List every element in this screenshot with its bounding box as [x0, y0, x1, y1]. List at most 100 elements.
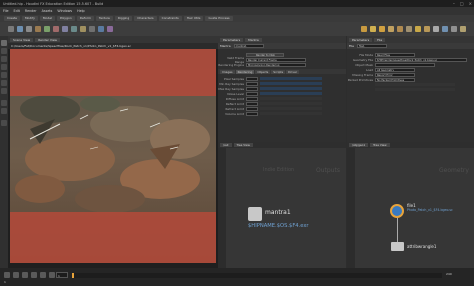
tab-parameters-left[interactable]: Parameters — [220, 37, 244, 42]
point-light-tool-icon[interactable] — [370, 26, 376, 32]
volume-limit-slider[interactable] — [260, 112, 322, 115]
tab-render-view[interactable]: Render View — [35, 37, 60, 42]
tab-parameters-right[interactable]: Parameters — [349, 37, 373, 42]
step-back-icon[interactable] — [13, 272, 19, 278]
node-name-field[interactable]: mantra1 — [233, 44, 264, 48]
select-tool-icon[interactable] — [1, 40, 7, 46]
load-select[interactable]: All Geometry — [375, 67, 415, 72]
handle-tool-icon[interactable] — [1, 72, 7, 78]
packed-slider-2[interactable] — [375, 88, 455, 91]
grid-tool-icon[interactable] — [44, 26, 50, 32]
tab-tree-view-right[interactable]: Tree View — [370, 143, 390, 147]
pixel-samples-slider[interactable] — [260, 77, 322, 80]
shelf-tab-texture[interactable]: Texture — [95, 16, 113, 21]
reflect-limit-field[interactable] — [246, 101, 258, 106]
subtab-rendering[interactable]: Rendering — [235, 69, 255, 74]
packed-primitives-select[interactable]: No Packed Primitives — [375, 77, 415, 82]
jump-start-icon[interactable] — [4, 272, 10, 278]
menu-windows[interactable]: Windows — [57, 9, 72, 13]
file-node-icon[interactable] — [390, 204, 404, 218]
shelf-tab-deform[interactable]: Deform — [76, 16, 94, 21]
pose-tool-icon[interactable] — [1, 80, 7, 86]
refract-limit-field[interactable] — [246, 106, 258, 111]
subtab-scripts[interactable]: Scripts — [271, 69, 286, 74]
caustic-light-tool-icon[interactable] — [451, 26, 457, 32]
maximize-icon[interactable]: □ — [460, 1, 464, 6]
gi-light-tool-icon[interactable] — [442, 26, 448, 32]
shelf-tab-modify[interactable]: Modify — [21, 16, 38, 21]
camera-tool-icon[interactable] — [361, 26, 367, 32]
grid-snap-icon[interactable] — [1, 108, 7, 114]
diffuse-limit-slider[interactable] — [260, 97, 322, 100]
play-reverse-icon[interactable] — [22, 272, 28, 278]
shelf-tab-model[interactable]: Model — [39, 16, 55, 21]
geometry-light-tool-icon[interactable] — [397, 26, 403, 32]
tab-tree-view-left[interactable]: Tree View — [233, 143, 253, 147]
valid-frame-range-select[interactable]: Render Current Frame — [246, 57, 306, 62]
move-tool-icon[interactable] — [1, 48, 7, 54]
draw-curve-tool-icon[interactable] — [89, 26, 95, 32]
tab-out[interactable]: /out — [220, 143, 232, 147]
shelf-tab-rigging[interactable]: Rigging — [114, 16, 133, 21]
sky-light-tool-icon[interactable] — [433, 26, 439, 32]
out-network-pane[interactable]: /out Tree View Indie Edition Outputs man… — [218, 142, 346, 268]
spot-light-tool-icon[interactable] — [379, 26, 385, 32]
path-tool-icon[interactable] — [98, 26, 104, 32]
noise-level-field[interactable] — [246, 91, 258, 96]
shelf-tab-hair-utils[interactable]: Hair Utils — [183, 16, 204, 21]
min-ray-samples-field[interactable] — [246, 81, 258, 86]
close-icon[interactable]: × — [469, 1, 472, 6]
menu-render[interactable]: Render — [25, 9, 37, 13]
scale-tool-icon[interactable] — [1, 64, 7, 70]
refract-limit-slider[interactable] — [260, 107, 322, 110]
object-mask-field[interactable] — [375, 62, 435, 67]
menu-file[interactable]: File — [3, 9, 9, 13]
file-mode-select[interactable]: Read Files — [375, 52, 415, 57]
circle-tool-icon[interactable] — [71, 26, 77, 32]
reflect-limit-slider[interactable] — [260, 102, 322, 105]
torus-tool-icon[interactable] — [35, 26, 41, 32]
snap-tool-icon[interactable] — [1, 100, 7, 106]
menu-help[interactable]: Help — [77, 9, 85, 13]
curve-tool-icon[interactable] — [80, 26, 86, 32]
tab-mantra[interactable]: Mantra — [245, 37, 262, 42]
stop-icon[interactable] — [31, 272, 37, 278]
rendering-engine-select[interactable]: Micropolygon Rendering — [246, 62, 306, 67]
area-light-tool-icon[interactable] — [388, 26, 394, 32]
attribwrangle-node-icon[interactable] — [391, 242, 404, 251]
max-ray-samples-field[interactable] — [246, 86, 258, 91]
subtab-objects[interactable]: Objects — [255, 69, 271, 74]
null-tool-icon[interactable] — [53, 26, 59, 32]
spray-paint-tool-icon[interactable] — [107, 26, 113, 32]
current-frame-field[interactable]: 1 — [56, 272, 68, 278]
pixel-samples-field[interactable] — [246, 76, 258, 81]
view-tool-icon[interactable] — [1, 88, 7, 94]
subtab-images[interactable]: Images — [220, 69, 235, 74]
timeline-track[interactable] — [72, 273, 442, 278]
portal-light-tool-icon[interactable] — [460, 26, 466, 32]
tab-file[interactable]: File — [374, 37, 386, 42]
play-icon[interactable] — [40, 272, 46, 278]
geometry-file-field[interactable]: $HIP/render/speedtree/Rock_Patch_v1.bgeo… — [375, 57, 467, 62]
menu-edit[interactable]: Edit — [14, 9, 20, 13]
tab-obj-geo1[interactable]: /obj/geo1 — [349, 143, 369, 147]
file-node-name-field[interactable]: file1 — [357, 44, 388, 48]
render-to-disk-button[interactable]: Render to Disk — [246, 52, 284, 57]
shelf-tab-create[interactable]: Create — [4, 16, 20, 21]
step-forward-icon[interactable] — [49, 272, 55, 278]
rendered-rock-image[interactable] — [10, 49, 216, 263]
shelf-tab-characters[interactable]: Characters — [134, 16, 157, 21]
volume-light-tool-icon[interactable] — [406, 26, 412, 32]
timeline-playhead[interactable] — [72, 273, 74, 278]
geo-network-pane[interactable]: /obj/geo1 Tree View Geometry file1 Photo… — [347, 142, 474, 268]
subtab-driver[interactable]: Driver — [286, 69, 300, 74]
packed-slider[interactable] — [375, 83, 455, 86]
max-ray-samples-slider[interactable] — [260, 87, 322, 90]
missing-frame-select[interactable]: Report Error — [375, 72, 415, 77]
menu-assets[interactable]: Assets — [42, 9, 53, 13]
box-tool-icon[interactable] — [8, 26, 14, 32]
min-ray-samples-slider[interactable] — [260, 82, 322, 85]
render-region-icon[interactable] — [1, 120, 7, 126]
tube-tool-icon[interactable] — [26, 26, 32, 32]
volume-limit-field[interactable] — [246, 111, 258, 116]
